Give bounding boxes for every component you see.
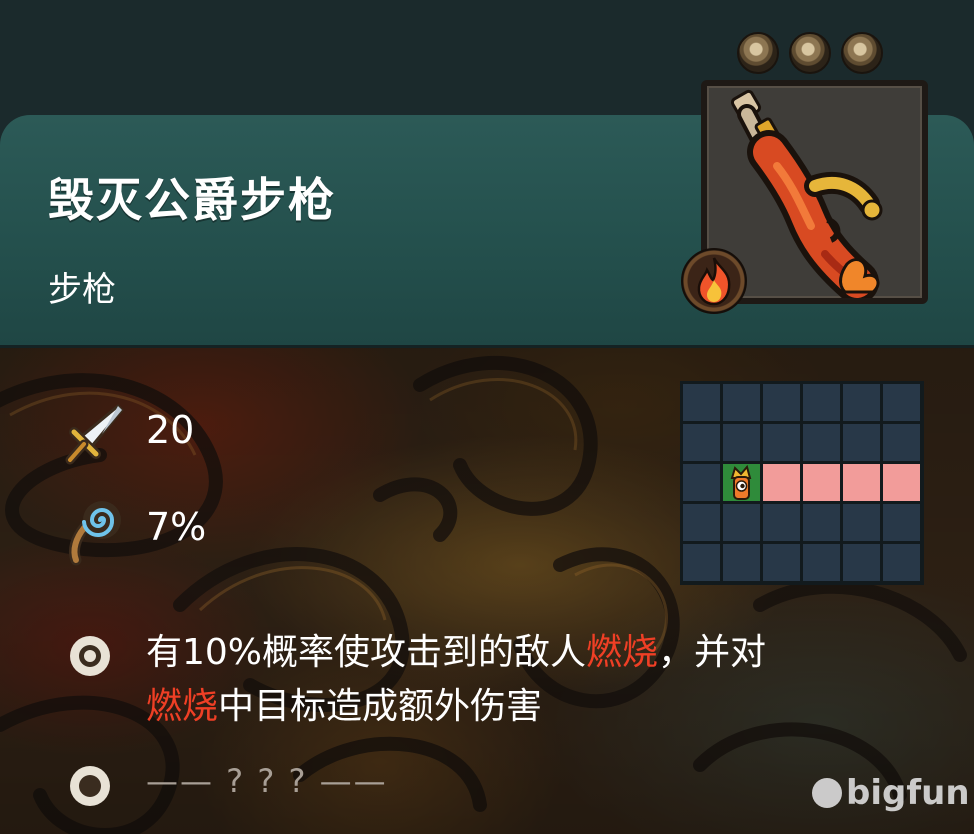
grid-cell-hit	[843, 464, 880, 501]
effect-line-2: 燃烧中目标造成额外伤害	[146, 684, 542, 730]
grid-cell	[803, 504, 840, 541]
grid-cell	[683, 504, 720, 541]
paw-logo-icon	[812, 778, 842, 808]
crit-spiral-icon	[62, 498, 126, 566]
grid-cell	[763, 424, 800, 461]
slot-coin-icon	[789, 32, 831, 74]
grid-cell	[763, 544, 800, 581]
grid-cell	[683, 424, 720, 461]
effect-text: 中目标造成额外伤害	[218, 686, 543, 727]
grid-cell	[763, 384, 800, 421]
grid-cell	[803, 424, 840, 461]
grid-cell	[683, 384, 720, 421]
item-name: 毁灭公爵步枪	[48, 173, 336, 227]
grid-cell	[843, 544, 880, 581]
upgrade-slots	[737, 32, 883, 74]
grid-cell	[723, 544, 760, 581]
burn-keyword: 燃烧	[146, 686, 219, 727]
slot-coin-icon	[737, 32, 779, 74]
grid-cell	[843, 424, 880, 461]
crit-value: 7%	[146, 505, 207, 549]
item-tooltip-card: 毁灭公爵步枪 步枪 20 7% 有10%概率使攻击到的敌人燃烧，并对 燃烧中目标…	[0, 0, 974, 834]
grid-cell-hit	[763, 464, 800, 501]
effect-line-1: 有10%概率使攻击到的敌人燃烧，并对	[146, 630, 766, 676]
attack-range-grid	[680, 381, 924, 585]
grid-cell	[843, 384, 880, 421]
effect-text: 有10%概率使攻击到的敌人	[146, 632, 587, 673]
grid-cell-hit	[883, 464, 920, 501]
item-type: 步枪	[48, 270, 116, 310]
crowned-eye-icon	[730, 464, 752, 500]
grid-cell	[803, 384, 840, 421]
burn-keyword: 燃烧	[586, 632, 659, 673]
grid-cell	[683, 464, 720, 501]
grid-cell	[763, 504, 800, 541]
watermark: bigfun	[812, 773, 970, 813]
effect-active-bullet-icon	[70, 636, 110, 676]
watermark-text: bigfun	[846, 773, 970, 813]
grid-cell	[723, 504, 760, 541]
grid-cell	[723, 384, 760, 421]
grid-cell	[843, 504, 880, 541]
grid-cell	[803, 544, 840, 581]
grid-cell	[883, 544, 920, 581]
effect-text: ，并对	[658, 632, 767, 673]
grid-cell-self	[723, 464, 760, 501]
header-divider	[0, 345, 974, 348]
slot-coin-icon	[841, 32, 883, 74]
grid-cell	[883, 384, 920, 421]
grid-cell-hit	[803, 464, 840, 501]
grid-cell	[683, 544, 720, 581]
fire-element-badge	[681, 248, 747, 314]
locked-effect-text: —— ? ? ? ——	[146, 762, 388, 800]
damage-value: 20	[146, 408, 195, 452]
sword-icon	[62, 402, 126, 466]
effect-locked-bullet-icon	[70, 766, 110, 806]
grid-cell	[723, 424, 760, 461]
grid-cell	[883, 504, 920, 541]
fire-icon	[697, 257, 731, 306]
grid-cell	[883, 424, 920, 461]
